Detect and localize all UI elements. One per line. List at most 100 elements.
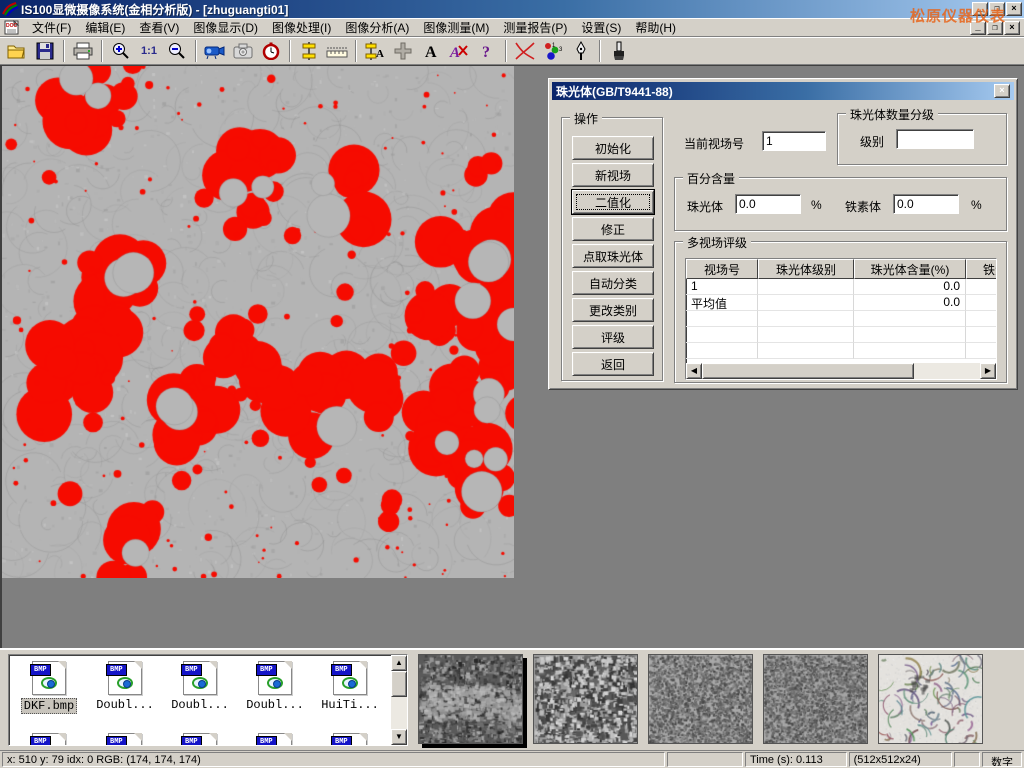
eye-icon	[342, 677, 358, 689]
caliper-vertical-icon[interactable]	[296, 39, 322, 63]
scroll-left-icon[interactable]: ◀	[686, 363, 702, 379]
status-image-size: (512x512x24)	[849, 752, 953, 767]
new-field-button[interactable]: 新视场	[572, 163, 654, 187]
table-row[interactable]: 平均值 0.0	[686, 295, 996, 311]
save-icon[interactable]	[32, 39, 58, 63]
document-icon[interactable]: DOC	[4, 20, 21, 35]
file-item[interactable]: BMP DKF.bmp	[13, 661, 85, 714]
menu-image-process[interactable]: 图像处理(I)	[265, 17, 338, 38]
child-restore-button[interactable]: ❐	[987, 21, 1003, 35]
file-name[interactable]: DKF.bmp	[21, 698, 77, 714]
video-camera-icon[interactable]	[202, 39, 228, 63]
menu-report[interactable]: 测量报告(P)	[496, 17, 574, 38]
minimize-button[interactable]: _	[972, 2, 988, 16]
open-icon[interactable]	[4, 39, 30, 63]
file-item[interactable]: BMP Doubl...	[164, 661, 236, 712]
file-list-scrollbar[interactable]: ▲ ▼	[391, 655, 407, 745]
status-time: Time (s): 0.113	[745, 752, 847, 767]
file-item[interactable]: BMP	[89, 733, 161, 746]
pearlite-input[interactable]	[735, 194, 801, 214]
menu-image-measure[interactable]: 图像测量(M)	[416, 17, 496, 38]
svg-text:A: A	[425, 44, 437, 60]
auto-classify-button[interactable]: 自动分类	[572, 271, 654, 295]
file-name[interactable]: Doubl...	[244, 698, 306, 712]
grade-button[interactable]: 评级	[572, 325, 654, 349]
scrollbar-thumb[interactable]	[391, 671, 407, 697]
change-class-button[interactable]: 更改类别	[572, 298, 654, 322]
count-points-icon[interactable]: 13	[540, 39, 566, 63]
bmp-file-icon: BMP	[32, 661, 66, 695]
file-name[interactable]: Doubl...	[94, 698, 156, 712]
menu-bar: DOC 文件(F) 编辑(E) 查看(V) 图像显示(D) 图像处理(I) 图像…	[0, 18, 1024, 37]
thumbnail-4[interactable]	[763, 654, 868, 744]
menu-help[interactable]: 帮助(H)	[628, 17, 683, 38]
grading-table[interactable]: 视场号 珠光体级别 珠光体含量(%) 铁素体 1 0.0 平均值 0.0	[685, 258, 997, 380]
zoom-out-icon[interactable]	[164, 39, 190, 63]
cell: 0.0	[854, 279, 966, 295]
menu-edit[interactable]: 编辑(E)	[78, 17, 132, 38]
curve-tool-icon[interactable]	[512, 39, 538, 63]
text-a-icon[interactable]: A	[418, 39, 444, 63]
operation-group: 操作 初始化 新视场 二值化 修正 点取珠光体 自动分类 更改类别 评级 返回	[561, 117, 663, 381]
file-item[interactable]: BMP	[314, 733, 386, 746]
file-item[interactable]: BMP	[164, 733, 236, 746]
stopwatch-icon[interactable]	[258, 39, 284, 63]
thumbnail-2[interactable]	[533, 654, 638, 744]
current-field-label: 当前视场号	[684, 135, 744, 152]
brush-icon[interactable]	[606, 39, 632, 63]
menu-view[interactable]: 查看(V)	[132, 17, 186, 38]
close-button[interactable]: ×	[1006, 2, 1022, 16]
table-row[interactable]	[686, 311, 996, 327]
restore-button[interactable]: ❐	[989, 2, 1005, 16]
file-item[interactable]: BMP	[13, 733, 85, 746]
child-minimize-button[interactable]: _	[970, 21, 986, 35]
menu-image-analysis[interactable]: 图像分析(A)	[338, 17, 416, 38]
menu-image-display[interactable]: 图像显示(D)	[186, 17, 265, 38]
thumbnail-1[interactable]	[418, 654, 523, 744]
file-item[interactable]: BMP Doubl...	[89, 661, 161, 712]
dialog-close-button[interactable]: ×	[994, 84, 1010, 98]
scroll-up-icon[interactable]: ▲	[391, 655, 407, 671]
menu-settings[interactable]: 设置(S)	[574, 17, 628, 38]
file-item[interactable]: BMP HuiTi...	[314, 661, 386, 712]
file-list[interactable]: BMP DKF.bmp BMP Doubl... BMP Doubl... BM…	[8, 654, 408, 746]
initialize-button[interactable]: 初始化	[572, 136, 654, 160]
help-icon[interactable]: ?	[474, 39, 500, 63]
micrograph-image[interactable]	[2, 66, 514, 578]
child-close-button[interactable]: ×	[1004, 21, 1020, 35]
grading-group: 珠光体数量分级 级别	[837, 113, 1007, 165]
correct-button[interactable]: 修正	[572, 217, 654, 241]
caliper-text-icon[interactable]: A	[362, 39, 388, 63]
toolbar-separator	[63, 40, 65, 62]
thumbnail-3[interactable]	[648, 654, 753, 744]
camera-icon[interactable]	[230, 39, 256, 63]
scrollbar-thumb[interactable]	[702, 363, 914, 379]
probe-pen-icon[interactable]	[568, 39, 594, 63]
ferrite-input[interactable]	[893, 194, 959, 214]
svg-text:A: A	[376, 48, 384, 60]
dialog-title-bar[interactable]: 珠光体(GB/T9441-88) ×	[552, 82, 1014, 100]
table-horizontal-scrollbar[interactable]: ◀ ▶	[686, 363, 996, 379]
file-item[interactable]: BMP Doubl...	[239, 661, 311, 712]
actual-size-icon[interactable]: 1:1	[136, 39, 162, 63]
binarize-button[interactable]: 二值化	[572, 190, 654, 214]
pick-pearlite-button[interactable]: 点取珠光体	[572, 244, 654, 268]
return-button[interactable]: 返回	[572, 352, 654, 376]
thumbnail-5[interactable]	[878, 654, 983, 744]
move-cross-icon[interactable]	[390, 39, 416, 63]
menu-file[interactable]: 文件(F)	[25, 17, 78, 38]
print-icon[interactable]	[70, 39, 96, 63]
table-row[interactable]	[686, 327, 996, 343]
text-style-icon[interactable]: A	[446, 39, 472, 63]
file-name[interactable]: Doubl...	[169, 698, 231, 712]
zoom-in-icon[interactable]	[108, 39, 134, 63]
file-item[interactable]: BMP	[239, 733, 311, 746]
ruler-horizontal-icon[interactable]	[324, 39, 350, 63]
level-input[interactable]	[896, 129, 974, 149]
current-field-input[interactable]	[762, 131, 826, 151]
table-row[interactable]	[686, 343, 996, 359]
file-name[interactable]: HuiTi...	[319, 698, 381, 712]
scroll-right-icon[interactable]: ▶	[980, 363, 996, 379]
table-row[interactable]: 1 0.0	[686, 279, 996, 295]
scroll-down-icon[interactable]: ▼	[391, 729, 407, 745]
